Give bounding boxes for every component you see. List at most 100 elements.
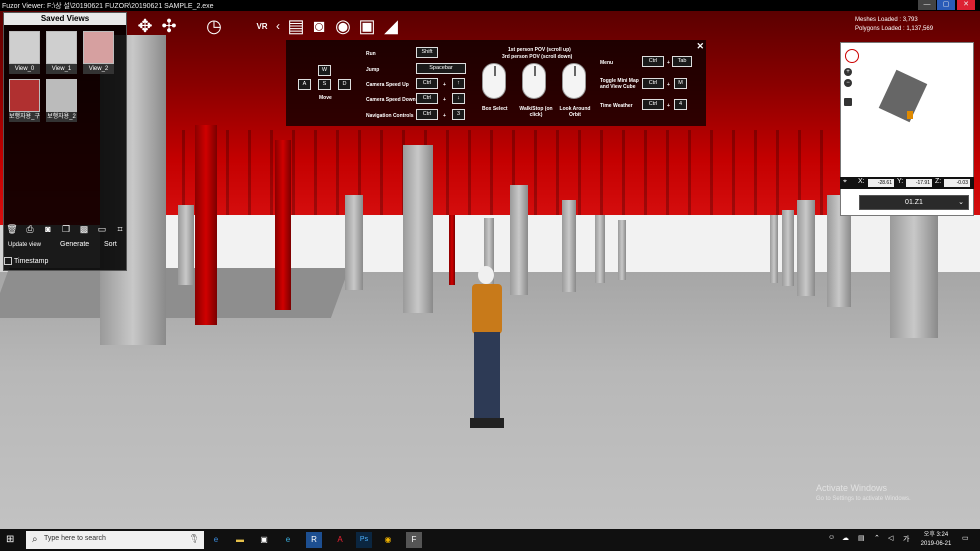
ie-icon[interactable]: e <box>280 532 296 548</box>
key-shift: Shift <box>416 47 438 58</box>
tray-chevron-icon[interactable]: ⌃ <box>874 534 880 542</box>
store-icon[interactable]: ▣ <box>256 532 272 548</box>
scene-stats: Meshes Loaded : 3,793 Polygons Loaded : … <box>855 16 933 34</box>
key-4: 4 <box>674 99 687 110</box>
walk-icon[interactable]: ✣ <box>158 16 180 36</box>
view-label: 보행자용_2 <box>46 112 77 122</box>
clipboard-icon[interactable]: ▤ <box>285 16 307 36</box>
view-label: View_0 <box>9 64 40 74</box>
measure-icon[interactable]: ◢ <box>380 16 402 36</box>
pin-icon[interactable]: ◆ <box>842 205 854 217</box>
key-m: M <box>674 78 687 89</box>
key-ctrl: Ctrl <box>642 56 664 67</box>
chevron-left-icon[interactable]: ‹ <box>273 16 283 36</box>
concrete-column <box>595 215 605 283</box>
close-button[interactable]: ✕ <box>957 0 975 10</box>
tray-cloud-icon[interactable]: ☁ <box>842 534 849 542</box>
key-s: S <box>318 79 331 90</box>
document-icon[interactable]: ▣ <box>356 16 378 36</box>
notifications-icon[interactable]: ▭ <box>962 534 969 542</box>
plus-sign: + <box>667 82 670 88</box>
photoshop-icon[interactable]: Ps <box>356 532 372 548</box>
vr-icon[interactable]: VR <box>251 17 273 37</box>
clock-icon[interactable]: ◷ <box>203 16 225 36</box>
saved-view-thumb[interactable]: View_0 <box>9 31 40 75</box>
eye-icon[interactable]: ◉ <box>332 16 354 36</box>
taskbar-search[interactable]: ⌕ Type here to search 🎙 <box>26 531 204 549</box>
task-view-icon[interactable]: ⧉ <box>186 532 202 548</box>
tray-people-icon[interactable]: ☺ <box>828 534 835 541</box>
zoom-out-icon[interactable]: − <box>844 79 852 87</box>
explorer-icon[interactable]: ▬ <box>232 532 248 548</box>
save-icon[interactable]: ▩ <box>76 222 92 236</box>
steel-column <box>275 140 291 310</box>
view-label: View_1 <box>46 64 77 74</box>
tray-ime-icon[interactable]: 가 <box>903 534 909 544</box>
concrete-column <box>403 145 433 313</box>
view-thumbnail <box>46 79 77 112</box>
saved-views-panel: Saved Views View_0 View_1 View_2 보행자용_구 … <box>3 12 127 271</box>
saved-view-thumb[interactable]: View_1 <box>46 31 77 75</box>
tray-network-icon[interactable]: ▤ <box>858 534 865 542</box>
timestamp-checkbox[interactable]: Timestamp <box>4 257 48 265</box>
maximize-button[interactable]: ▢ <box>937 0 955 10</box>
update-view-button[interactable]: Update view <box>8 239 41 251</box>
x-field[interactable]: -28.61 <box>868 179 894 187</box>
level-dropdown[interactable]: 01.Z1 ⌄ <box>859 195 969 210</box>
worker-avatar[interactable] <box>462 266 510 432</box>
taskbar-clock[interactable]: 오후 3:24 2019-06-21 <box>918 531 954 549</box>
camera-icon[interactable]: ◙ <box>308 16 330 36</box>
key-d: D <box>338 79 351 90</box>
pov1-label: 1st person POV (scroll up) <box>508 47 571 53</box>
saved-view-thumb[interactable]: 보행자용_구 <box>9 79 40 123</box>
steel-column <box>449 215 455 285</box>
saved-view-thumb[interactable]: View_2 <box>83 31 114 75</box>
plus-sign: + <box>667 103 670 109</box>
player-marker-icon <box>907 111 913 119</box>
locate-icon[interactable]: ⌖ <box>843 178 847 186</box>
search-icon: ⌕ <box>32 534 38 545</box>
tray-volume-icon[interactable]: ◁ <box>888 534 893 542</box>
folder-icon[interactable]: ▭ <box>94 222 110 236</box>
windows-start-icon[interactable]: ⊞ <box>6 534 17 545</box>
compass-icon[interactable] <box>845 49 859 63</box>
delete-icon[interactable]: 🗑 <box>4 222 20 236</box>
key-tab: Tab <box>672 56 692 67</box>
sort-button[interactable]: Sort <box>104 239 117 251</box>
chrome-icon[interactable]: ◉ <box>380 532 396 548</box>
watermark-subtitle: Go to Settings to activate Windows. <box>816 496 911 502</box>
acrobat-icon[interactable]: A <box>332 532 348 548</box>
fuzor-icon[interactable]: F <box>406 532 422 548</box>
worker-legs <box>474 332 500 424</box>
view-thumbnail <box>46 31 77 64</box>
camera-icon[interactable]: ◙ <box>40 222 56 236</box>
minimize-button[interactable]: — <box>918 0 936 10</box>
y-label: Y: <box>897 178 904 185</box>
print-icon[interactable]: ⎙ <box>22 222 38 236</box>
zoom-in-icon[interactable]: + <box>844 68 852 76</box>
minimap[interactable]: + − <box>840 42 974 216</box>
y-field[interactable]: -17.91 <box>906 179 932 187</box>
layers-icon[interactable] <box>844 98 852 106</box>
z-label: Z: <box>935 178 942 185</box>
plus-sign: + <box>443 97 446 103</box>
pov3-label: 3rd person POV (scroll down) <box>502 54 573 60</box>
copy-icon[interactable]: ❐ <box>58 222 74 236</box>
concrete-column <box>797 200 815 296</box>
move-icon[interactable]: ✥ <box>134 16 156 36</box>
clock-time: 오후 3:24 <box>923 532 949 538</box>
key-arrow-down: ↓ <box>452 93 465 104</box>
edge-icon[interactable]: e <box>208 532 224 548</box>
revit-icon[interactable]: R <box>306 532 322 548</box>
key-ctrl: Ctrl <box>416 93 438 104</box>
view-label: View_2 <box>83 64 114 74</box>
saved-view-thumb[interactable]: 보행자용_2 <box>46 79 77 123</box>
menu-label: Menu <box>600 60 614 66</box>
key-3: 3 <box>452 109 465 120</box>
generate-button[interactable]: Generate <box>60 239 89 251</box>
key-spacebar: Spacebar <box>416 63 466 74</box>
crop-icon[interactable]: ⌗ <box>112 222 128 236</box>
z-field[interactable]: -0.03 <box>944 179 970 187</box>
help-close-icon[interactable]: ✕ <box>696 41 704 52</box>
concrete-column <box>178 205 194 285</box>
